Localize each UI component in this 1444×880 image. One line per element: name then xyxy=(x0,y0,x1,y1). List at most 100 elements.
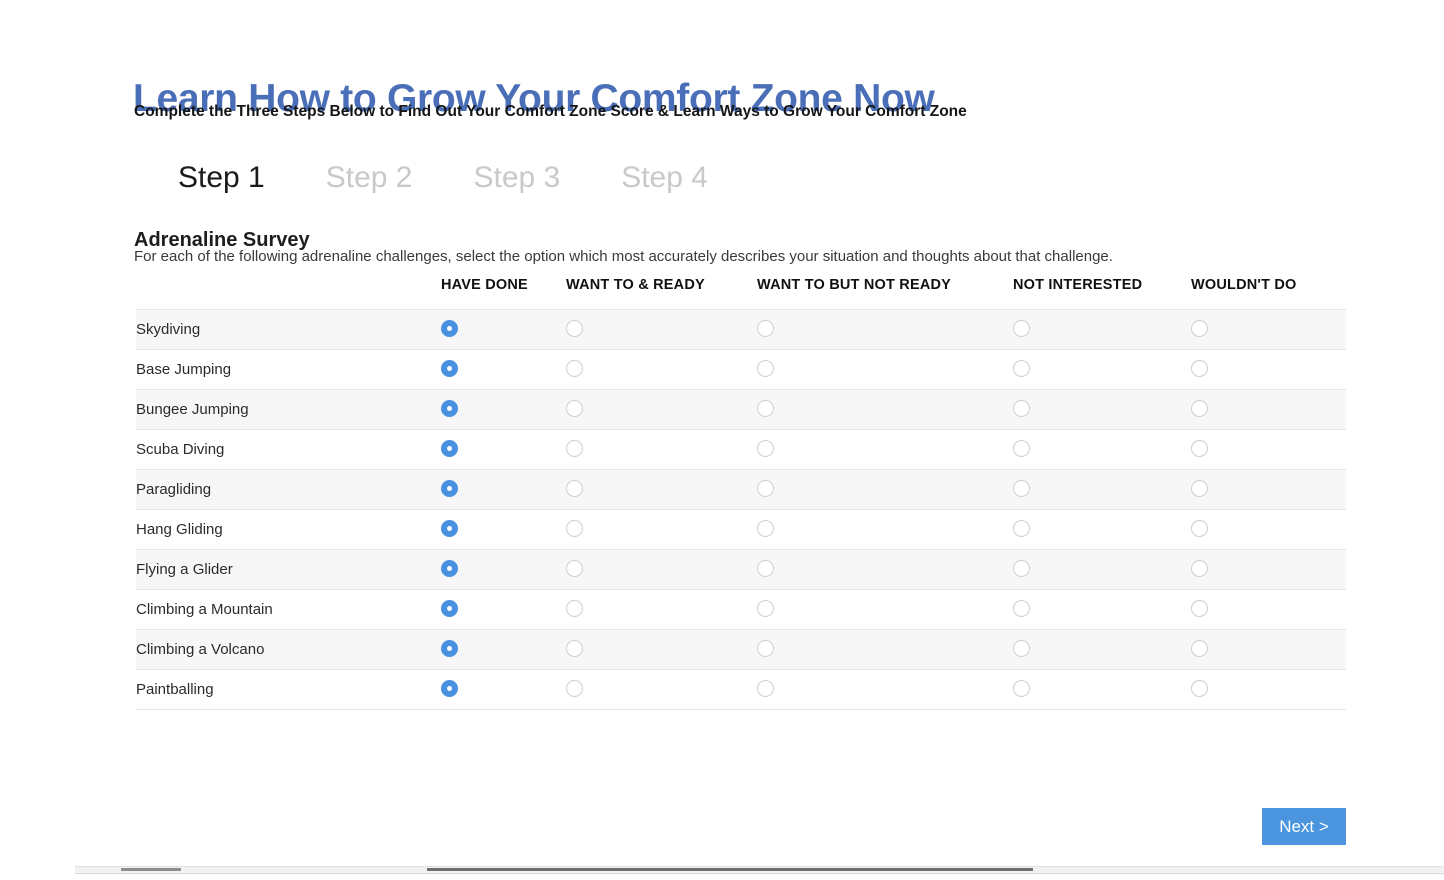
radio-button-8-0[interactable] xyxy=(441,640,458,658)
radio-cell xyxy=(441,588,566,630)
table-row: Paragliding xyxy=(136,468,1346,510)
radio-cell xyxy=(441,468,566,510)
next-button[interactable]: Next > xyxy=(1262,808,1346,845)
radio-button-0-3[interactable] xyxy=(1013,320,1030,338)
section-description: For each of the following adrenaline cha… xyxy=(134,248,1113,265)
radio-cell xyxy=(757,348,1013,390)
radio-button-9-1[interactable] xyxy=(566,680,583,698)
step-tab-4[interactable]: Step 4 xyxy=(621,160,708,196)
radio-button-5-0[interactable] xyxy=(441,520,458,538)
radio-button-1-1[interactable] xyxy=(566,360,583,378)
radio-button-7-1[interactable] xyxy=(566,600,583,618)
radio-button-8-2[interactable] xyxy=(757,640,774,658)
radio-button-2-0[interactable] xyxy=(441,400,458,418)
column-header-label xyxy=(136,276,441,309)
radio-button-9-2[interactable] xyxy=(757,680,774,698)
radio-button-7-2[interactable] xyxy=(757,600,774,618)
radio-cell xyxy=(1013,668,1191,710)
step-tab-1[interactable]: Step 1 xyxy=(178,160,265,196)
radio-button-1-3[interactable] xyxy=(1013,360,1030,378)
radio-button-2-4[interactable] xyxy=(1191,400,1208,418)
radio-button-6-2[interactable] xyxy=(757,560,774,578)
radio-button-4-3[interactable] xyxy=(1013,480,1030,498)
row-label: Flying a Glider xyxy=(136,548,441,590)
radio-cell xyxy=(757,468,1013,510)
radio-cell xyxy=(566,548,757,590)
row-label: Paragliding xyxy=(136,468,441,510)
radio-button-4-2[interactable] xyxy=(757,480,774,498)
table-row: Climbing a Mountain xyxy=(136,588,1346,630)
radio-button-5-2[interactable] xyxy=(757,520,774,538)
row-label: Climbing a Volcano xyxy=(136,628,441,670)
radio-cell xyxy=(757,428,1013,470)
step-tabs: Step 1 Step 2 Step 3 Step 4 xyxy=(178,160,708,196)
table-row: Skydiving xyxy=(136,308,1346,350)
radio-button-3-0[interactable] xyxy=(441,440,458,458)
radio-cell xyxy=(566,468,757,510)
radio-button-8-4[interactable] xyxy=(1191,640,1208,658)
survey-table-body: Skydiving Base Jumping Bungee Jumping Scuba… xyxy=(136,308,1346,710)
radio-button-4-4[interactable] xyxy=(1191,480,1208,498)
table-row: Scuba Diving xyxy=(136,428,1346,470)
radio-cell xyxy=(757,508,1013,550)
row-label: Scuba Diving xyxy=(136,428,441,470)
column-header-option-2: WANT TO BUT NOT READY xyxy=(757,277,952,293)
radio-button-9-4[interactable] xyxy=(1191,680,1208,698)
radio-cell xyxy=(441,348,566,390)
radio-button-9-3[interactable] xyxy=(1013,680,1030,698)
table-row: Base Jumping xyxy=(136,348,1346,390)
step-tab-2[interactable]: Step 2 xyxy=(326,160,413,196)
radio-button-1-0[interactable] xyxy=(441,360,458,378)
radio-button-0-2[interactable] xyxy=(757,320,774,338)
radio-button-2-1[interactable] xyxy=(566,400,583,418)
column-header-option-0: HAVE DONE xyxy=(441,277,528,293)
scrollbar-thumb-main[interactable] xyxy=(427,868,1033,871)
radio-cell xyxy=(441,668,566,710)
row-label: Skydiving xyxy=(136,308,441,350)
radio-cell xyxy=(1013,428,1191,470)
horizontal-scrollbar[interactable] xyxy=(75,866,1444,874)
radio-button-4-1[interactable] xyxy=(566,480,583,498)
radio-button-7-3[interactable] xyxy=(1013,600,1030,618)
radio-button-3-2[interactable] xyxy=(757,440,774,458)
radio-cell xyxy=(1191,468,1346,510)
radio-cell xyxy=(757,308,1013,350)
radio-button-1-2[interactable] xyxy=(757,360,774,378)
radio-button-3-4[interactable] xyxy=(1191,440,1208,458)
radio-cell xyxy=(441,508,566,550)
radio-cell xyxy=(1191,628,1346,670)
radio-button-8-3[interactable] xyxy=(1013,640,1030,658)
radio-cell xyxy=(757,388,1013,430)
radio-cell xyxy=(566,348,757,390)
radio-button-6-3[interactable] xyxy=(1013,560,1030,578)
radio-button-6-0[interactable] xyxy=(441,560,458,578)
table-row: Flying a Glider xyxy=(136,548,1346,590)
radio-button-2-3[interactable] xyxy=(1013,400,1030,418)
radio-button-7-0[interactable] xyxy=(441,600,458,618)
radio-cell xyxy=(441,628,566,670)
radio-button-0-4[interactable] xyxy=(1191,320,1208,338)
radio-button-5-1[interactable] xyxy=(566,520,583,538)
step-tab-3[interactable]: Step 3 xyxy=(473,160,560,196)
radio-button-0-1[interactable] xyxy=(566,320,583,338)
radio-cell xyxy=(1191,668,1346,710)
radio-button-7-4[interactable] xyxy=(1191,600,1208,618)
survey-header-row: HAVE DONE WANT TO & READY WANT TO BUT NOT … xyxy=(136,276,1346,309)
radio-button-6-1[interactable] xyxy=(566,560,583,578)
page-subtitle: Complete the Three Steps Below to Find O… xyxy=(134,103,967,120)
radio-button-5-3[interactable] xyxy=(1013,520,1030,538)
radio-button-9-0[interactable] xyxy=(441,680,458,698)
table-row: Climbing a Volcano xyxy=(136,628,1346,670)
radio-button-3-1[interactable] xyxy=(566,440,583,458)
radio-button-8-1[interactable] xyxy=(566,640,583,658)
radio-button-1-4[interactable] xyxy=(1191,360,1208,378)
scrollbar-thumb-left[interactable] xyxy=(121,868,181,871)
radio-cell xyxy=(566,668,757,710)
radio-button-5-4[interactable] xyxy=(1191,520,1208,538)
radio-button-6-4[interactable] xyxy=(1191,560,1208,578)
radio-button-2-2[interactable] xyxy=(757,400,774,418)
radio-button-4-0[interactable] xyxy=(441,480,458,498)
radio-button-3-3[interactable] xyxy=(1013,440,1030,458)
radio-button-0-0[interactable] xyxy=(441,320,458,338)
radio-cell xyxy=(1013,388,1191,430)
